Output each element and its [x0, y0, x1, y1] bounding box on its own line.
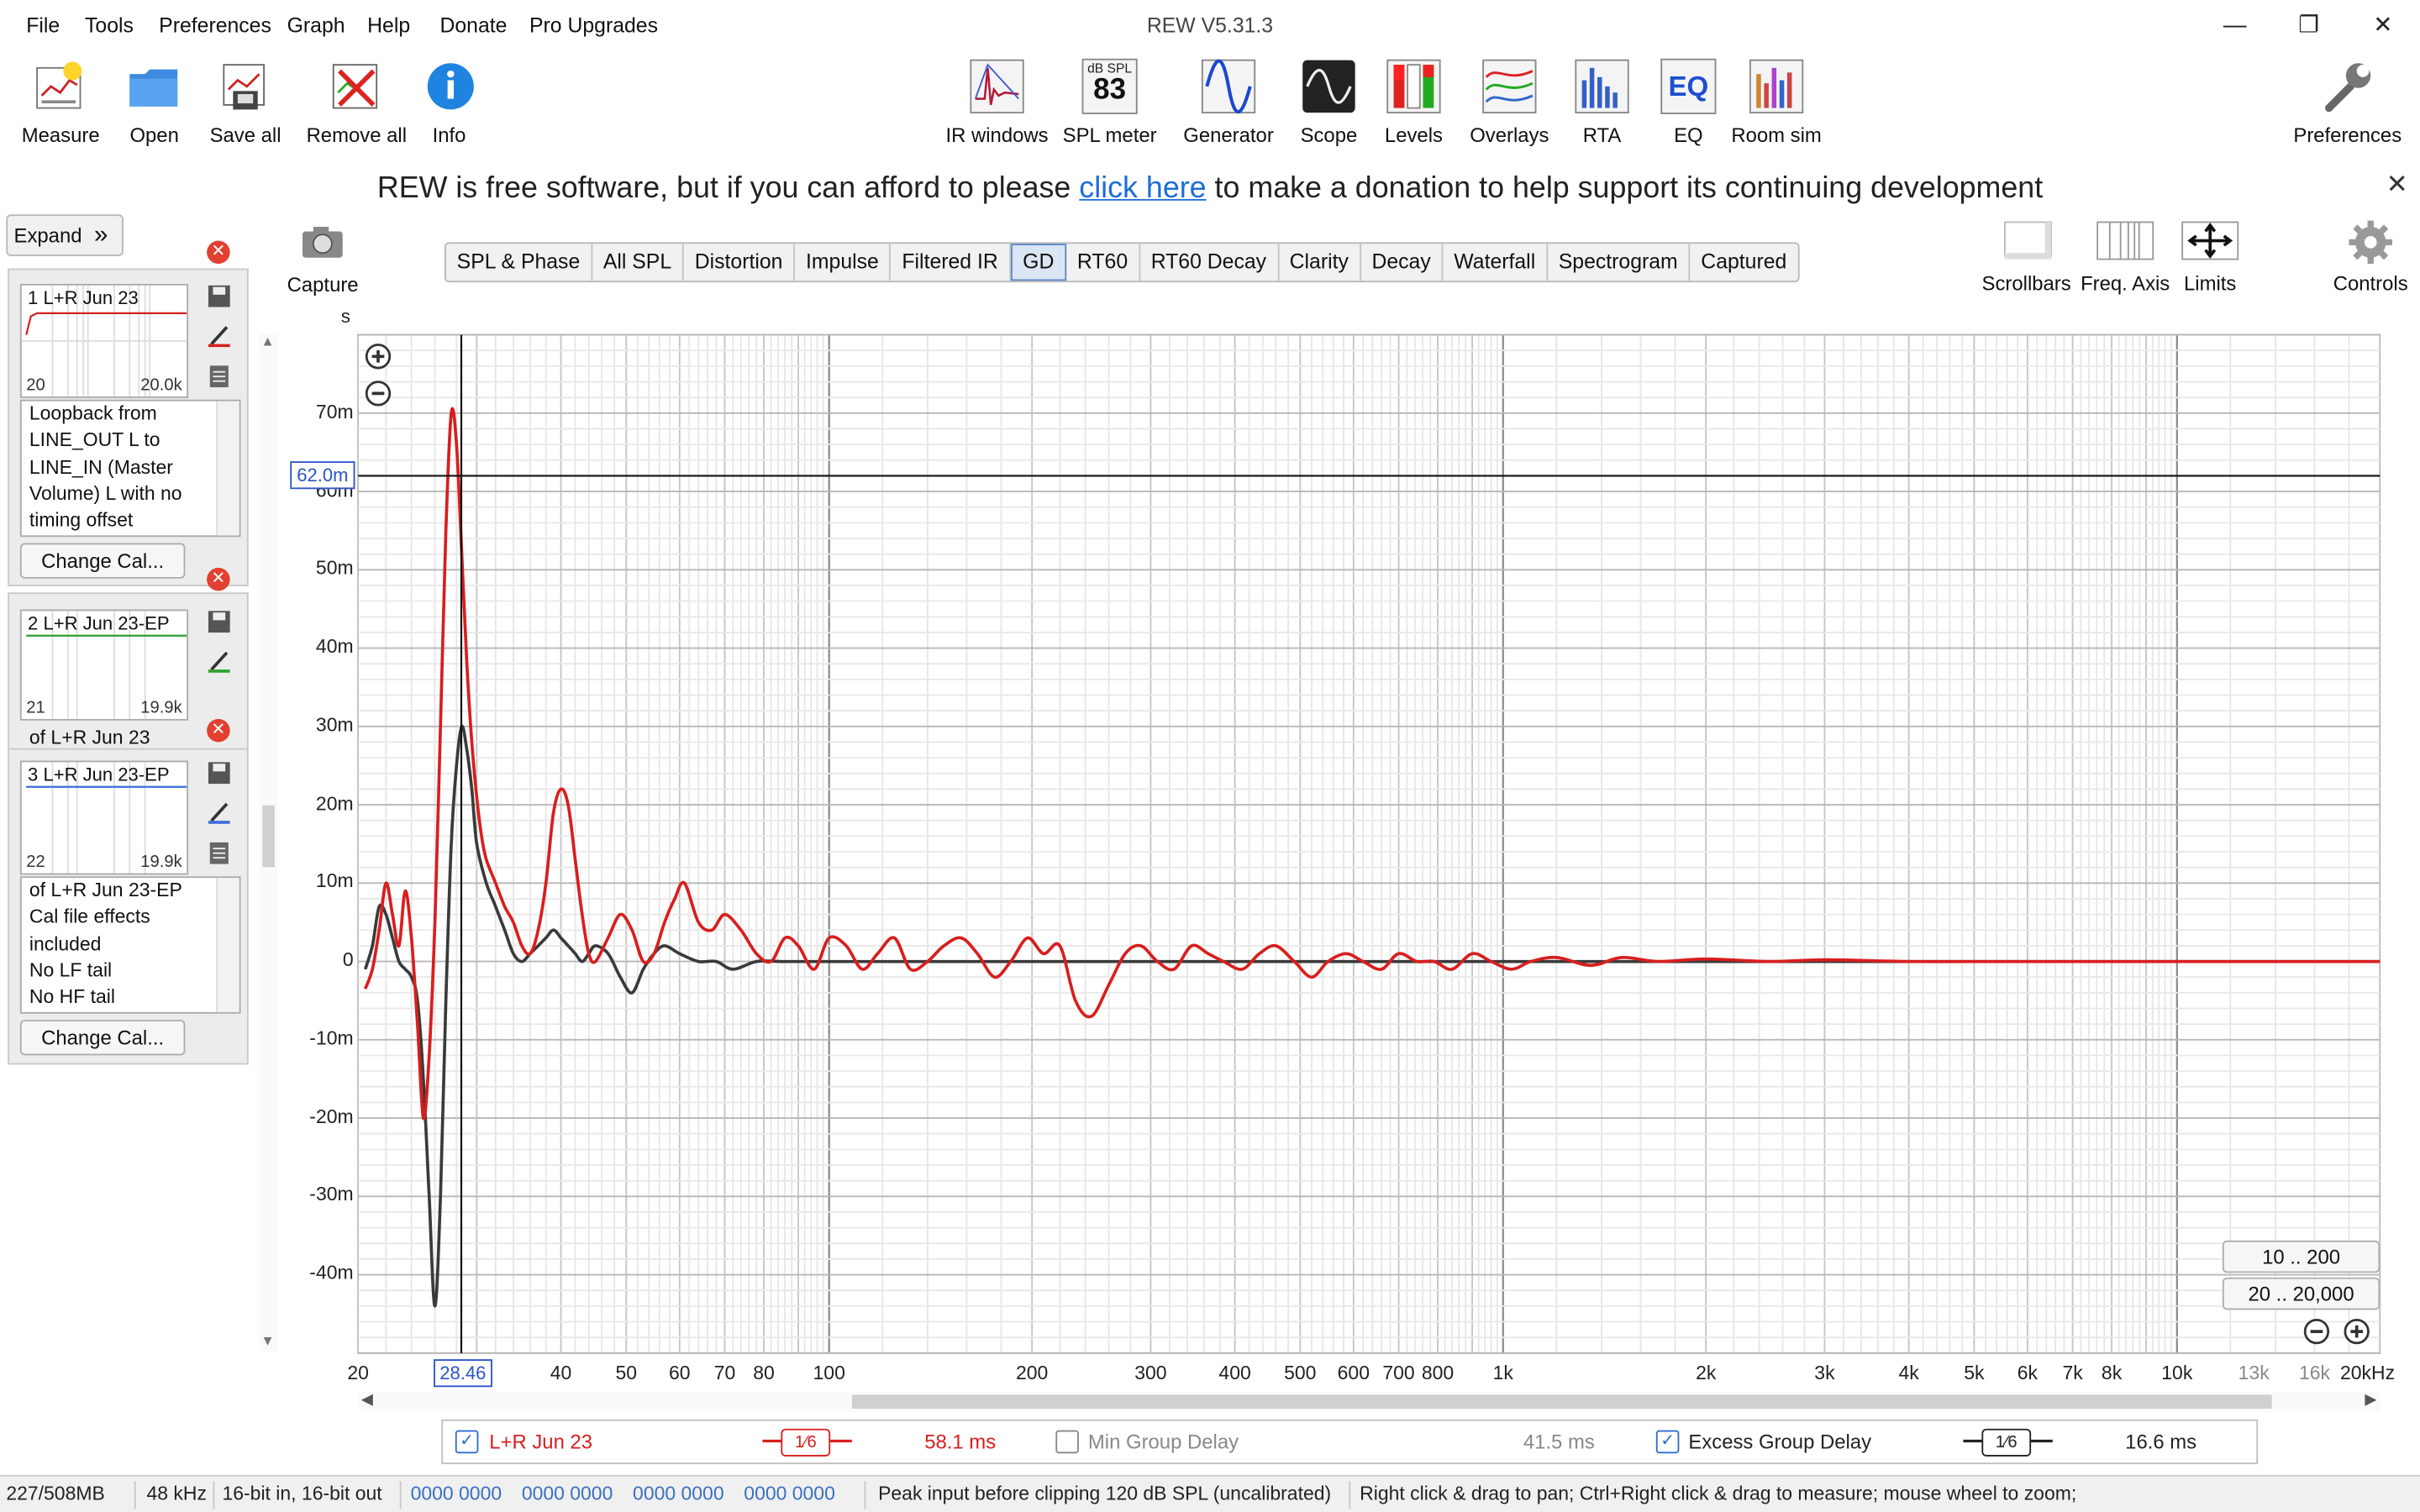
x-tick-label: 200 [1015, 1362, 1049, 1384]
status-bar: 227/508MB 48 kHz 16-bit in, 16-bit out 0… [0, 1474, 2420, 1512]
legend-value-excess-gd: 16.6 ms [2125, 1430, 2197, 1454]
x-tick-label: 10k [2161, 1362, 2193, 1384]
y-tick-label: -40m [309, 1262, 354, 1284]
graph-scrollbar-thumb[interactable] [851, 1394, 2272, 1409]
y-zoom-in-icon[interactable] [2343, 1318, 2370, 1346]
x-tick-label: 80 [753, 1362, 775, 1384]
x-tick-label: 70 [713, 1362, 736, 1384]
x-tick-label: 2k [1696, 1362, 1717, 1384]
legend-checkbox-min-gd[interactable] [1055, 1430, 1079, 1454]
rew-window: REW V5.31.3 File Tools Preferences Graph… [0, 0, 2420, 1512]
legend-label-excess-gd: Excess Group Delay [1688, 1430, 1872, 1454]
graph-legend: ✓ L+R Jun 23 1⁄6 58.1 ms Min Group Delay… [441, 1419, 2259, 1465]
bit-depth-status: 16-bit in, 16-bit out [222, 1483, 382, 1504]
status-divider [213, 1481, 215, 1509]
level-readout: 0000 0000 [633, 1483, 724, 1504]
x-tick-label: 50 [615, 1362, 638, 1384]
mouse-hint-status: Right click & drag to pan; Ctrl+Right cl… [1360, 1483, 2077, 1504]
sample-rate-status: 48 kHz [146, 1483, 207, 1504]
x-tick-label: 20kHz [2340, 1362, 2396, 1384]
scroll-left-icon[interactable]: ◀ [361, 1392, 373, 1409]
x-tick-label: 7k [2062, 1362, 2083, 1384]
y-tick-label: 40m [315, 635, 354, 658]
status-divider [1349, 1481, 1351, 1509]
x-tick-label: 3k [1814, 1362, 1835, 1384]
zoom-in-icon[interactable] [364, 343, 392, 370]
y-tick-label: 0 [342, 948, 354, 971]
legend-label-lr: L+R Jun 23 [489, 1430, 593, 1454]
x-tick-label: 1k [1492, 1362, 1513, 1384]
legend-value-lr: 58.1 ms [924, 1430, 997, 1454]
y-tick-label: -30m [309, 1184, 354, 1206]
x-tick-label: 8k [2101, 1362, 2123, 1384]
smoothing-excess-gd[interactable]: 1⁄6 [1981, 1428, 2032, 1457]
level-readout: 0000 0000 [744, 1483, 835, 1504]
y-tick-label: 70m [315, 401, 354, 423]
y-tick-label: -20m [309, 1105, 354, 1128]
x-tick-label: 40 [550, 1362, 572, 1384]
plot-area [357, 333, 2381, 1354]
status-divider [399, 1481, 402, 1509]
scroll-right-icon[interactable]: ▶ [2365, 1392, 2376, 1409]
y-tick-label: 50m [315, 557, 354, 580]
y-tick-label: 20m [315, 792, 354, 815]
peak-input-status: Peak input before clipping 120 dB SPL (u… [878, 1483, 1332, 1504]
x-tick-label: 800 [1421, 1362, 1455, 1384]
cursor-x-readout: 28.46 [433, 1359, 492, 1388]
x-tick-label: 20 [347, 1362, 369, 1384]
x-tick-label: 13k [2238, 1362, 2270, 1384]
level-readout: 0000 0000 [410, 1483, 502, 1504]
graph-horizontal-scrollbar[interactable]: ◀ ▶ [358, 1391, 2381, 1412]
x-tick-label: 5k [1964, 1362, 1985, 1384]
range-20-20000-button[interactable]: 20 .. 20,000 [2222, 1277, 2381, 1310]
y-tick-label: 10m [315, 870, 354, 893]
x-tick-label: 100 [813, 1362, 845, 1384]
x-tick-label: 700 [1382, 1362, 1415, 1384]
legend-label-min-gd: Min Group Delay [1087, 1430, 1239, 1454]
legend-value-min-gd: 41.5 ms [1523, 1430, 1595, 1454]
x-tick-label: 600 [1337, 1362, 1370, 1384]
y-tick-label: -10m [309, 1027, 354, 1049]
y-tick-label: 30m [315, 714, 354, 736]
memory-status: 227/508MB [6, 1483, 105, 1504]
x-tick-label: 6k [2017, 1362, 2038, 1384]
x-tick-label: 400 [1218, 1362, 1251, 1384]
x-tick-label: 500 [1284, 1362, 1317, 1384]
x-tick-label: 300 [1134, 1362, 1167, 1384]
legend-checkbox-lr[interactable]: ✓ [455, 1430, 479, 1454]
status-divider [864, 1481, 866, 1509]
status-divider [134, 1481, 136, 1509]
y-zoom-out-icon[interactable] [2302, 1318, 2330, 1346]
cursor-y-readout: 62.0m [290, 461, 355, 490]
x-tick-label: 16k [2298, 1362, 2331, 1384]
group-delay-chart[interactable] [0, 0, 2420, 1512]
range-10-200-button[interactable]: 10 .. 200 [2222, 1240, 2381, 1273]
smoothing-lr[interactable]: 1⁄6 [781, 1428, 831, 1457]
level-readout: 0000 0000 [521, 1483, 613, 1504]
x-tick-label: 60 [668, 1362, 691, 1384]
legend-checkbox-excess-gd[interactable]: ✓ [1655, 1430, 1680, 1454]
zoom-out-icon[interactable] [364, 380, 392, 407]
x-tick-label: 4k [1898, 1362, 1919, 1384]
